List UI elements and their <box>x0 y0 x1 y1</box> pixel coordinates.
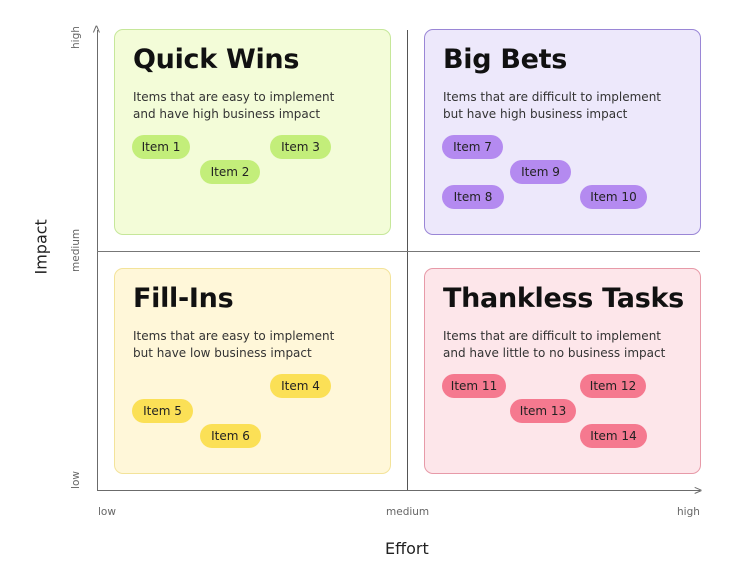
x-axis-line <box>97 490 700 491</box>
item-pill[interactable]: Item 3 <box>270 135 331 159</box>
item-pill[interactable]: Item 5 <box>132 399 193 423</box>
quadrant-fill-ins: Fill-Ins Items that are easy to implemen… <box>114 268 391 474</box>
item-pill[interactable]: Item 12 <box>580 374 646 398</box>
y-tick-high: high <box>70 26 82 49</box>
quadrant-description: Items that are easy to implement but have… <box>133 329 335 360</box>
x-tick-medium: medium <box>386 506 430 518</box>
item-pill[interactable]: Item 10 <box>580 185 647 209</box>
item-pill[interactable]: Item 13 <box>510 399 576 423</box>
x-axis-title: Effort <box>385 539 429 558</box>
y-tick-low: low <box>70 471 82 489</box>
x-tick-low: low <box>98 506 116 518</box>
quadrant-description: Items that are easy to implement and have… <box>133 90 335 121</box>
quadrant-title: Quick Wins <box>133 44 300 75</box>
item-pill[interactable]: Item 9 <box>510 160 571 184</box>
item-pill[interactable]: Item 8 <box>442 185 504 209</box>
quadrant-title: Thankless Tasks <box>443 283 684 314</box>
y-axis-line <box>97 30 98 491</box>
quadrant-thankless-tasks: Thankless Tasks Items that are difficult… <box>424 268 701 474</box>
quadrant-title: Fill-Ins <box>133 283 234 314</box>
quadrant-big-bets: Big Bets Items that are difficult to imp… <box>424 29 701 235</box>
y-axis-arrow-icon: > <box>88 24 105 34</box>
y-axis-title: Impact <box>31 219 51 275</box>
x-axis-arrow-icon: > <box>694 482 703 498</box>
item-pill[interactable]: Item 1 <box>132 135 190 159</box>
quadrant-description: Items that are difficult to implement and… <box>443 329 666 360</box>
vertical-midline <box>407 30 408 490</box>
quadrant-description: Items that are difficult to implement but… <box>443 90 661 121</box>
quadrant-quick-wins: Quick Wins Items that are easy to implem… <box>114 29 391 235</box>
horizontal-midline <box>97 251 700 252</box>
item-pill[interactable]: Item 2 <box>200 160 260 184</box>
quadrant-title: Big Bets <box>443 44 568 75</box>
item-pill[interactable]: Item 11 <box>442 374 506 398</box>
item-pill[interactable]: Item 7 <box>442 135 503 159</box>
item-pill[interactable]: Item 4 <box>270 374 331 398</box>
item-pill[interactable]: Item 6 <box>200 424 261 448</box>
x-tick-high: high <box>677 506 700 518</box>
item-pill[interactable]: Item 14 <box>580 424 647 448</box>
y-tick-medium: medium <box>70 228 82 272</box>
